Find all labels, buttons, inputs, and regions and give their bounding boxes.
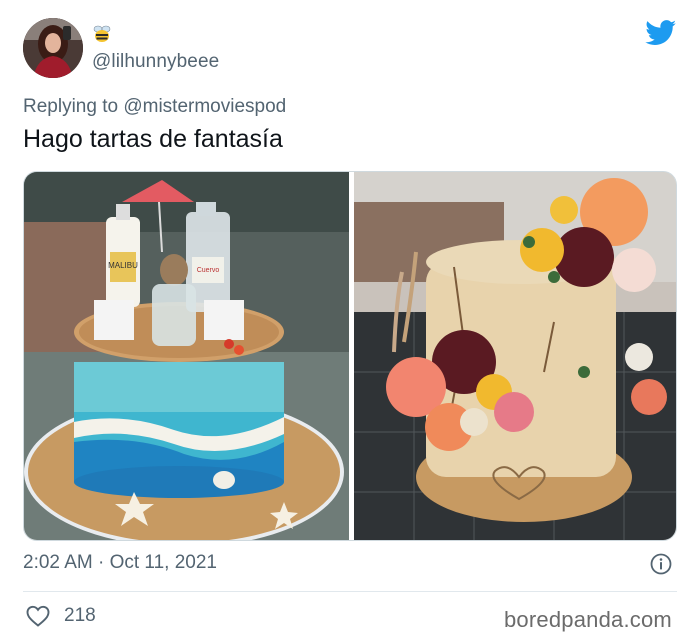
beach-cake-photo[interactable]: MALIBU Cuervo [24, 172, 349, 540]
twitter-logo-icon[interactable] [645, 20, 677, 46]
avatar[interactable] [23, 18, 83, 78]
reply-target-link[interactable]: @mistermoviespod [123, 96, 286, 117]
media-grid: MALIBU Cuervo [23, 171, 677, 541]
replying-to-prefix: Replying to [23, 96, 119, 117]
tweet-timestamp[interactable]: 2:02 AM · Oct 11, 2021 [23, 552, 217, 574]
info-icon[interactable] [650, 553, 672, 575]
heart-icon[interactable] [26, 605, 50, 627]
bee-icon [92, 24, 112, 44]
cuervo-label: Cuervo [197, 267, 220, 274]
floral-cake-photo[interactable] [354, 172, 676, 540]
malibu-label: MALIBU [108, 261, 138, 270]
watermark: boredpanda.com [504, 607, 672, 632]
avatar-image [23, 18, 83, 78]
like-count: 218 [64, 605, 96, 626]
divider [23, 591, 677, 592]
tweet-text: Hago tartas de fantasía [23, 125, 283, 153]
author-handle[interactable]: @lilhunnybeee [92, 51, 219, 73]
replying-to: Replying to @mistermoviespod [23, 96, 286, 118]
